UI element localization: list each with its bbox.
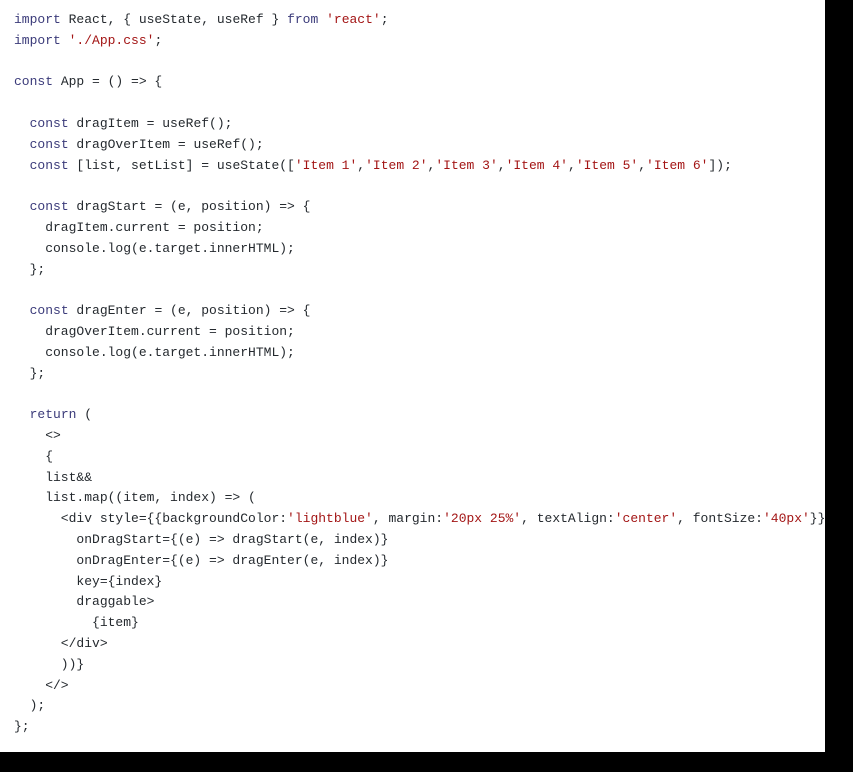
- code-content: import React, { useState, useRef } from …: [14, 10, 811, 738]
- code-block: import React, { useState, useRef } from …: [0, 0, 825, 752]
